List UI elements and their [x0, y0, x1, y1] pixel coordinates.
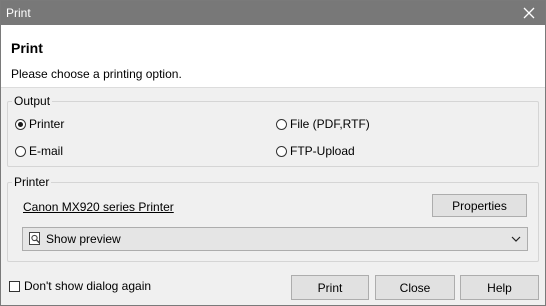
magnifier-page-icon	[29, 232, 40, 245]
dialog-header: Print Please choose a printing option.	[1, 25, 545, 88]
print-dialog: Print Print Please choose a printing opt…	[0, 0, 546, 306]
radio-ftp-indicator	[276, 145, 287, 157]
chevron-down-icon	[511, 236, 521, 242]
printer-name-link[interactable]: Canon MX920 series Printer	[23, 200, 174, 214]
print-button[interactable]: Print	[291, 275, 369, 300]
dialog-heading: Print	[11, 40, 43, 56]
window-title: Print	[6, 6, 31, 20]
preview-select[interactable]: Show preview	[22, 227, 528, 251]
dialog-subtitle: Please choose a printing option.	[11, 67, 182, 81]
dont-show-again-box	[9, 280, 20, 292]
title-bar: Print	[1, 1, 545, 25]
properties-button[interactable]: Properties	[432, 194, 527, 217]
close-button-label: Close	[399, 280, 431, 295]
radio-file[interactable]: File (PDF,RTF)	[276, 117, 370, 131]
radio-email-indicator	[15, 145, 26, 157]
radio-file-indicator	[276, 118, 287, 130]
radio-printer-label: Printer	[29, 117, 65, 131]
radio-printer-indicator	[15, 118, 26, 130]
close-button[interactable]: Close	[375, 275, 455, 300]
radio-email-label: E-mail	[29, 144, 64, 158]
close-icon	[523, 7, 535, 19]
radio-ftp-upload[interactable]: FTP-Upload	[276, 144, 355, 158]
radio-file-label: File (PDF,RTF)	[290, 117, 370, 131]
close-window-button[interactable]	[513, 1, 545, 25]
dont-show-again-checkbox[interactable]: Don't show dialog again	[9, 279, 151, 293]
printer-legend: Printer	[14, 175, 50, 189]
output-group: Output	[7, 95, 539, 167]
preview-select-value: Show preview	[46, 232, 121, 246]
dont-show-again-label: Don't show dialog again	[24, 279, 152, 293]
help-button[interactable]: Help	[460, 275, 539, 300]
radio-printer[interactable]: Printer	[15, 117, 64, 131]
output-legend: Output	[14, 94, 51, 108]
print-button-label: Print	[317, 280, 343, 295]
radio-ftp-label: FTP-Upload	[290, 144, 355, 158]
help-button-label: Help	[487, 280, 512, 295]
radio-email[interactable]: E-mail	[15, 144, 63, 158]
